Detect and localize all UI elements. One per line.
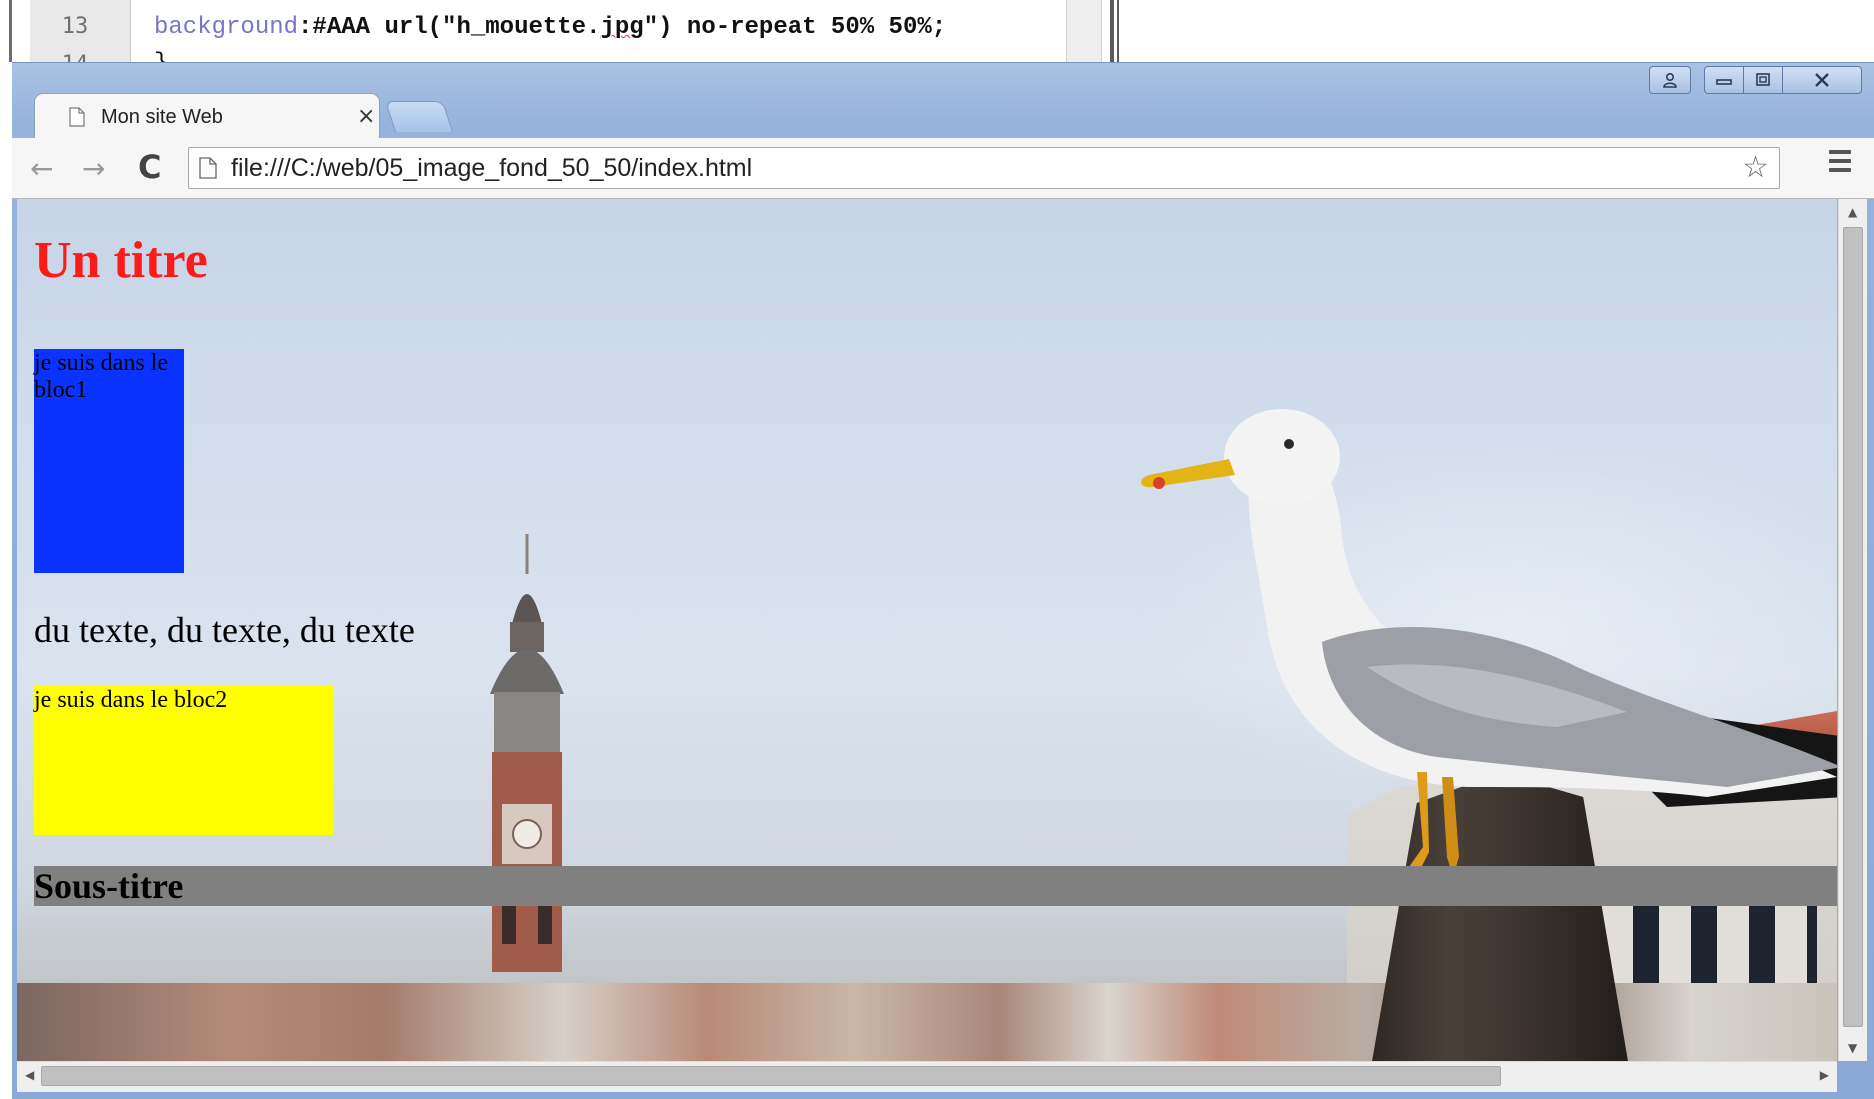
maximize-button[interactable] [1743, 66, 1783, 94]
code-line[interactable]: background:#AAA url("h_mouette.jpg") no-… [154, 14, 946, 41]
seagull-image [1141, 409, 1837, 877]
profile-button[interactable] [1649, 66, 1691, 94]
close-icon [1815, 73, 1829, 87]
line-number: 13 [61, 14, 89, 39]
editor-frame-right-inner [1117, 0, 1119, 62]
new-tab-button[interactable] [384, 101, 454, 132]
scroll-left-icon[interactable]: ◀ [25, 1068, 34, 1082]
page-viewport: Un titre je suis dans le bloc1 du texte,… [17, 199, 1837, 1061]
reload-icon[interactable]: C [138, 148, 161, 186]
css-value-part-end: ") no-repeat 50% 50%; [643, 14, 947, 41]
editor-margin [1066, 0, 1102, 62]
close-window-button[interactable] [1782, 66, 1862, 94]
spellcheck-word: jpg [600, 14, 644, 41]
line-number-next: 14 [30, 52, 120, 62]
bloc1-box: je suis dans le bloc1 [34, 349, 184, 573]
bloc2-box: je suis dans le bloc2 [34, 686, 333, 835]
css-value-part: :#AAA url("h_mouette. [298, 14, 601, 41]
css-property: background [154, 14, 299, 41]
scroll-right-icon[interactable]: ▶ [1820, 1068, 1829, 1082]
person-icon [1663, 72, 1677, 88]
menu-icon[interactable] [1829, 150, 1851, 177]
vertical-scrollbar[interactable]: ▲ ▼ [1838, 199, 1867, 1061]
browser-toolbar: ← → C file:///C:/web/05_image_fond_50_50… [12, 138, 1874, 199]
body-paragraph: du texte, du texte, du texte [34, 610, 415, 650]
tab-mon-site-web[interactable]: Mon site Web × [34, 93, 380, 139]
code-editor: 13 14 background:#AAA url("h_mouette.jpg… [0, 0, 1125, 62]
horizontal-scrollbar[interactable]: ◀ ▶ [17, 1061, 1837, 1092]
page-icon [199, 157, 217, 179]
maximize-icon [1756, 73, 1770, 86]
scroll-up-icon[interactable]: ▲ [1848, 205, 1857, 219]
page-heading: Un titre [34, 232, 208, 289]
address-bar[interactable]: file:///C:/web/05_image_fond_50_50/index… [188, 147, 1780, 189]
minimize-button[interactable] [1704, 66, 1744, 94]
page-icon [69, 107, 85, 127]
tab-title: Mon site Web [101, 106, 223, 128]
code-line-next[interactable]: } [154, 50, 168, 62]
editor-frame [9, 0, 12, 62]
url-text[interactable]: file:///C:/web/05_image_fond_50_50/index… [231, 154, 752, 183]
back-arrow-icon[interactable]: ← [30, 152, 53, 185]
bookmark-star-icon[interactable]: ☆ [1742, 150, 1769, 185]
scroll-down-icon[interactable]: ▼ [1848, 1041, 1857, 1055]
vertical-scroll-thumb[interactable] [1843, 227, 1863, 1027]
forward-arrow-icon[interactable]: → [82, 152, 105, 185]
browser-window: Mon site Web × ← → C file:///C:/web/05_i… [12, 62, 1874, 1099]
horizontal-scroll-thumb[interactable] [41, 1066, 1501, 1086]
editor-frame-right [1110, 0, 1114, 62]
bell-tower-image [490, 534, 564, 972]
sub-heading: Sous-titre [34, 866, 1837, 906]
minimize-icon [1716, 79, 1732, 85]
tab-close-icon[interactable]: × [357, 104, 375, 129]
